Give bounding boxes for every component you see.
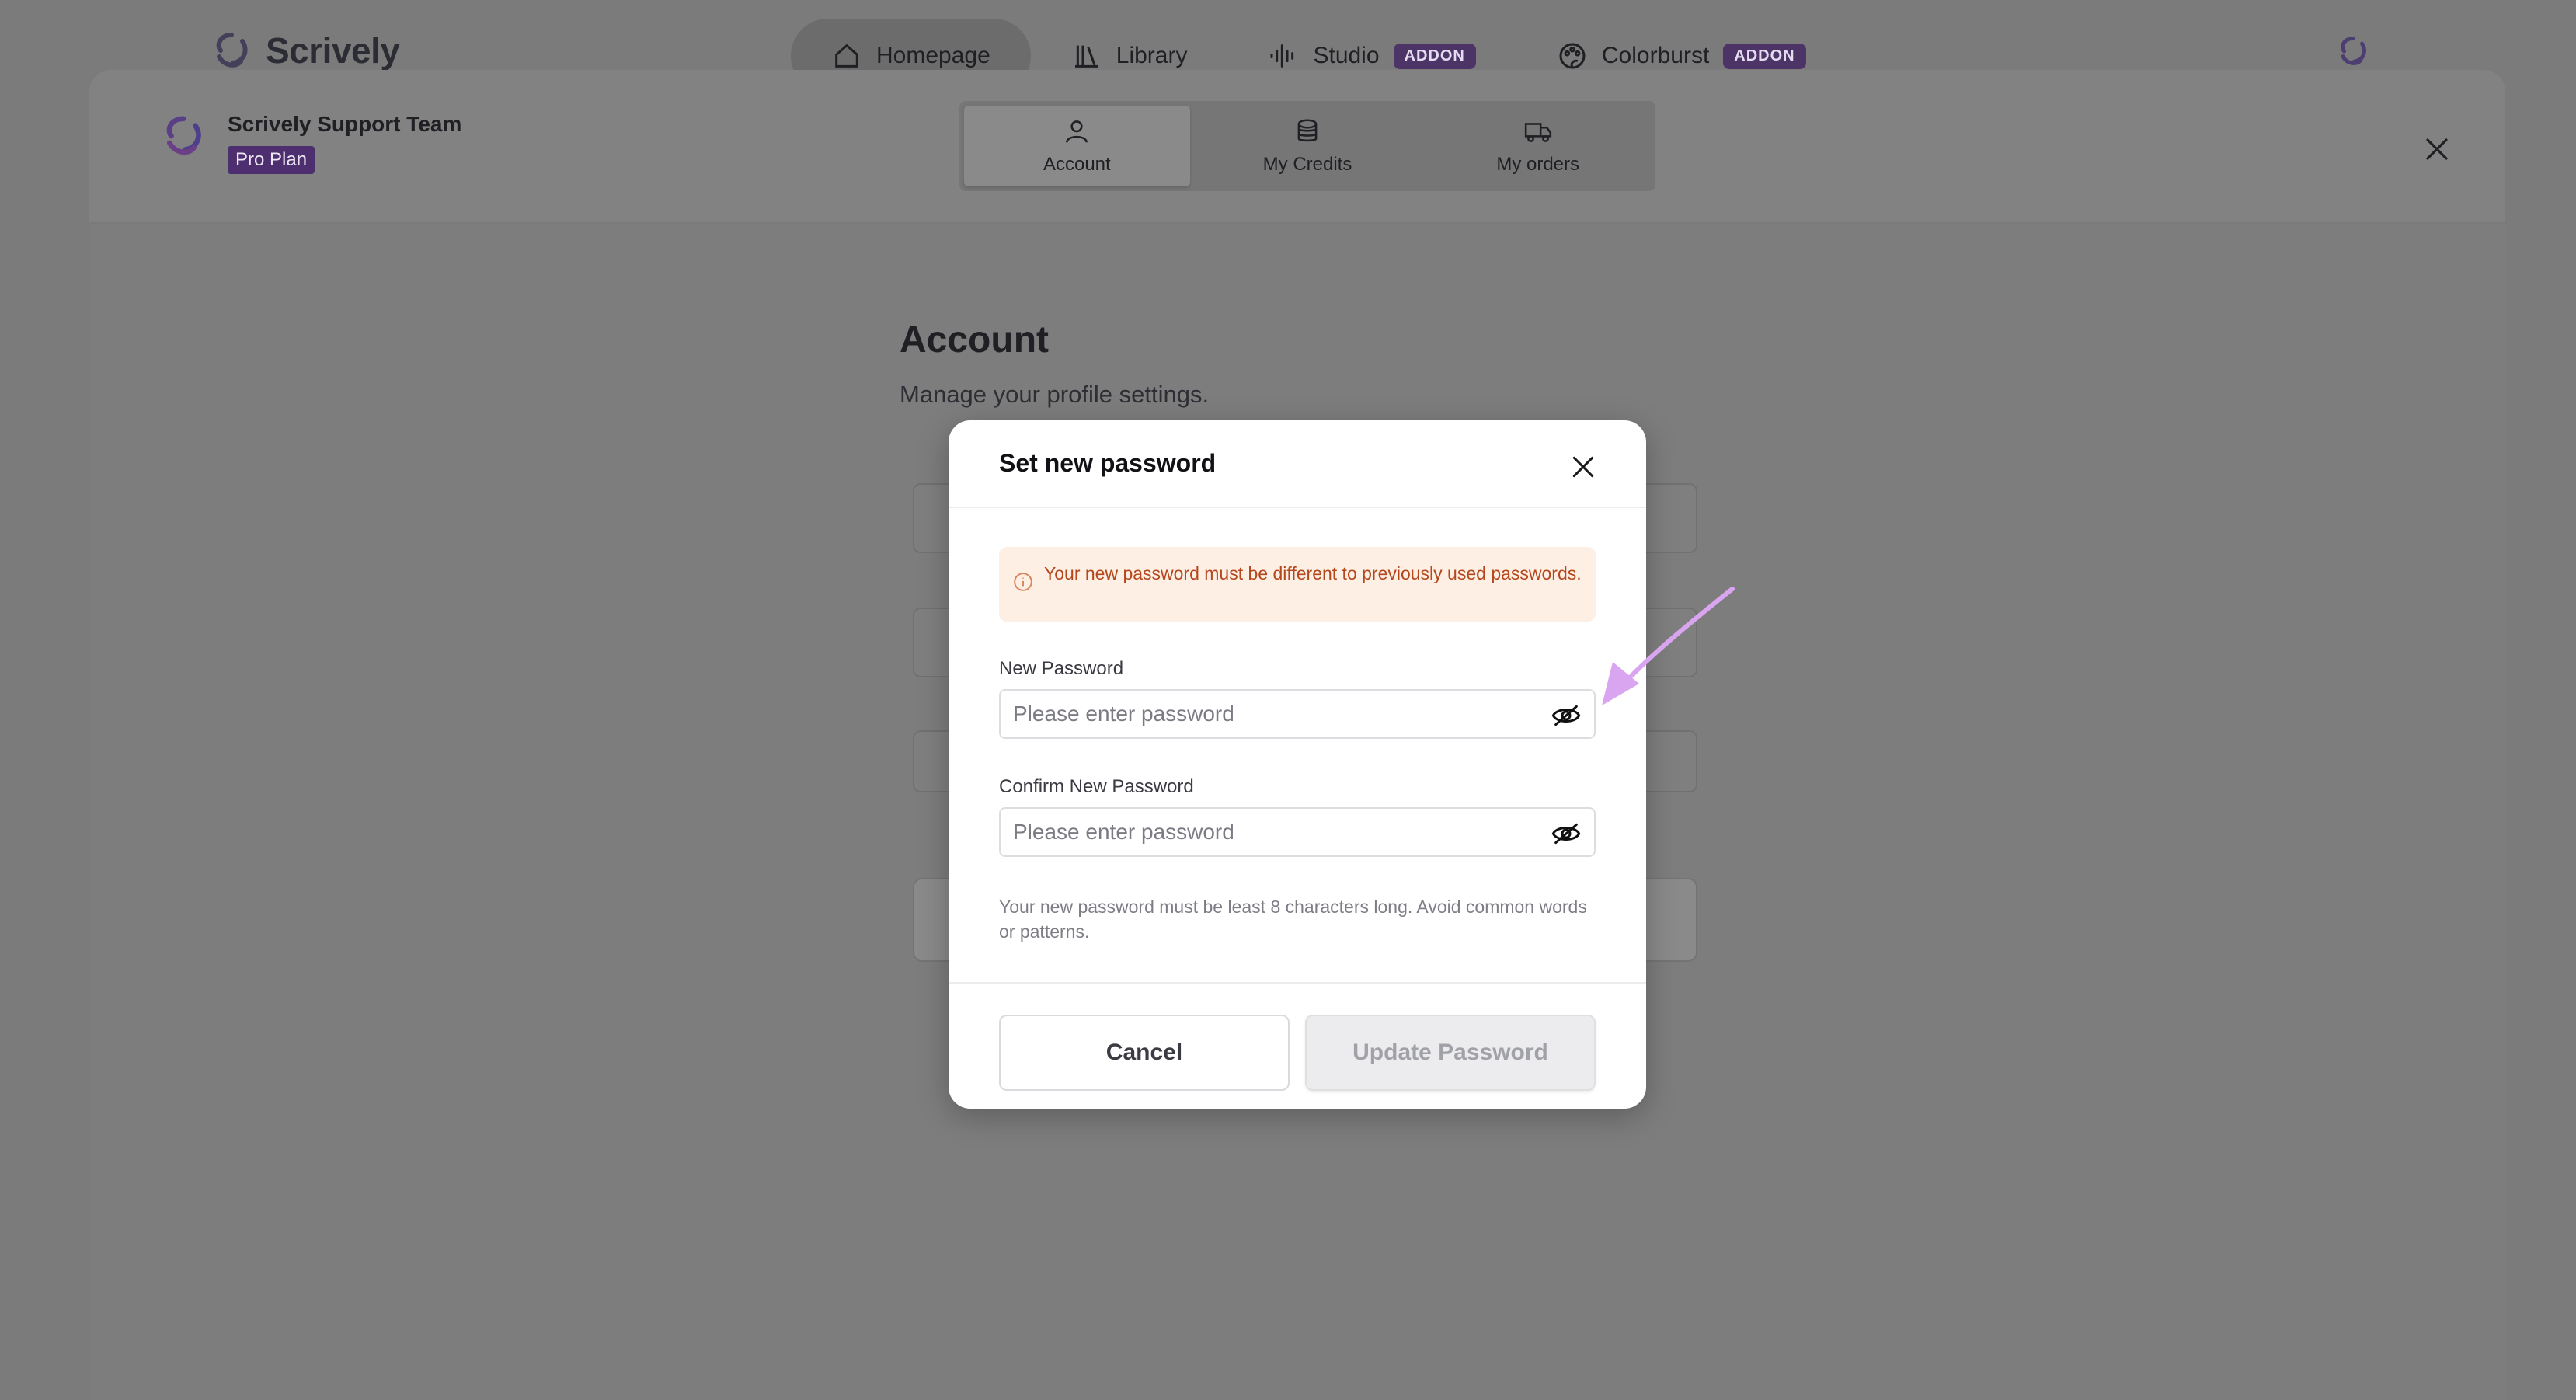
scrively-logo-icon <box>216 33 248 68</box>
scrively-logo-icon <box>2341 37 2366 65</box>
app-top-nav: Scrively Homepage Library Studio ADDON C… <box>0 0 2576 93</box>
dialog-close-button[interactable] <box>1564 448 1603 486</box>
nav-item-label: Homepage <box>876 43 990 68</box>
settings-header: Scrively Support Team Pro Plan Account M… <box>89 70 2505 224</box>
dialog-title: Set new password <box>999 449 1217 477</box>
settings-tabs: Account My Credits My orders <box>959 101 1655 191</box>
waveform-icon <box>1270 44 1294 68</box>
settings-close-button[interactable] <box>2418 131 2456 168</box>
set-password-dialog: Set new password Your new password must … <box>949 420 1646 1109</box>
team-info: Scrively Support Team Pro Plan <box>159 112 461 174</box>
page-subtitle: Manage your profile settings. <box>900 381 1210 408</box>
tab-label: My Credits <box>1262 154 1352 175</box>
close-icon <box>1572 456 1594 478</box>
tab-label: Account <box>1043 154 1111 175</box>
addon-badge: ADDON <box>1723 43 1806 69</box>
team-name: Scrively Support Team <box>228 112 462 136</box>
confirm-password-input[interactable] <box>1013 809 1526 855</box>
tab-account[interactable]: Account <box>964 106 1190 186</box>
palette-icon <box>1559 43 1586 69</box>
confirm-password-label: Confirm New Password <box>999 776 1194 797</box>
confirm-password-field <box>999 807 1596 857</box>
user-menu[interactable] <box>2335 34 2371 72</box>
nav-item-label: Colorburst <box>1601 43 1710 68</box>
eye-off-icon[interactable] <box>1551 818 1582 849</box>
new-password-label: New Password <box>999 658 1124 679</box>
tab-my-orders[interactable]: My orders <box>1425 106 1651 186</box>
library-icon <box>1074 45 1098 68</box>
page-title: Account <box>900 319 1049 360</box>
eye-off-icon[interactable] <box>1551 700 1582 731</box>
password-hint: Your new password must be least 8 charac… <box>999 897 1587 942</box>
close-icon <box>2426 138 2448 160</box>
new-password-field <box>999 689 1596 739</box>
dialog-header: Set new password <box>949 420 1646 508</box>
info-icon <box>1014 573 1032 591</box>
dialog-footer: Cancel Update Password <box>949 982 1646 1109</box>
addon-badge: ADDON <box>1393 43 1476 69</box>
cancel-button[interactable]: Cancel <box>999 1015 1290 1091</box>
plan-badge: Pro Plan <box>228 146 315 174</box>
truck-icon <box>1524 123 1551 142</box>
user-icon <box>1066 120 1088 143</box>
home-icon <box>835 44 858 68</box>
update-password-button[interactable]: Update Password <box>1305 1015 1596 1091</box>
brand-name: Scrively <box>266 30 400 71</box>
brand[interactable]: Scrively <box>210 30 400 71</box>
coins-icon <box>1297 119 1318 142</box>
new-password-input[interactable] <box>1013 691 1526 737</box>
tab-my-credits[interactable]: My Credits <box>1195 106 1421 186</box>
notice-text: Your new password must be different to p… <box>1044 563 1582 583</box>
scrively-logo-icon <box>166 116 201 155</box>
nav-item-label: Library <box>1116 43 1188 68</box>
password-notice: Your new password must be different to p… <box>999 547 1596 622</box>
nav-item-label: Studio <box>1313 43 1380 68</box>
tab-label: My orders <box>1496 154 1580 175</box>
